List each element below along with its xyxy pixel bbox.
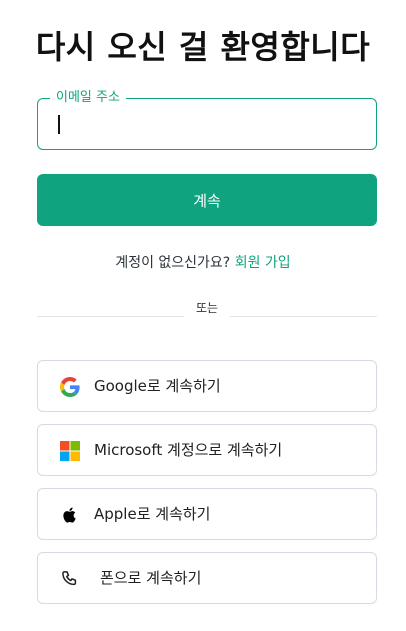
signup-link[interactable]: 회원 가입	[235, 255, 291, 271]
apple-login-button[interactable]: Apple로 계속하기	[37, 488, 377, 540]
microsoft-login-label: Microsoft 계정으로 계속하기	[94, 441, 283, 459]
continue-button[interactable]: 계속	[37, 174, 377, 226]
page-title: 다시 오신 걸 환영합니다	[35, 28, 371, 66]
signup-prompt-row: 계정이 없으신가요? 회원 가입	[0, 252, 406, 272]
google-login-label: Google로 계속하기	[94, 377, 221, 395]
email-field-container[interactable]: 이메일 주소	[37, 89, 377, 150]
phone-login-button[interactable]: 폰으로 계속하기	[37, 552, 377, 604]
text-caret	[58, 115, 60, 134]
signup-prompt: 계정이 없으신가요?	[115, 255, 231, 271]
google-login-button[interactable]: Google로 계속하기	[37, 360, 377, 412]
apple-login-label: Apple로 계속하기	[94, 505, 211, 523]
divider-text: 또는	[195, 301, 219, 315]
phone-icon	[62, 571, 77, 586]
microsoft-login-button[interactable]: Microsoft 계정으로 계속하기	[37, 424, 377, 476]
divider-line-left	[37, 316, 184, 317]
google-icon	[60, 377, 80, 397]
microsoft-icon	[60, 441, 80, 461]
email-field[interactable]	[54, 111, 354, 137]
apple-icon	[63, 507, 76, 523]
divider-line-right	[230, 316, 377, 317]
email-label: 이메일 주소	[50, 89, 126, 107]
phone-login-label: 폰으로 계속하기	[100, 569, 202, 587]
